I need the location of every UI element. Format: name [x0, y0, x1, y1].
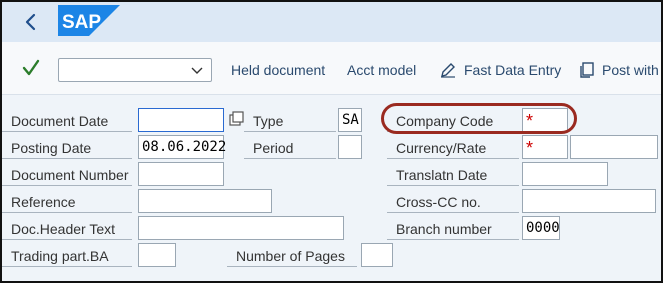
reference-field[interactable] [138, 189, 272, 213]
translatn-date-field[interactable] [522, 162, 608, 186]
document-number-field[interactable] [138, 162, 224, 186]
trading-part-field[interactable] [138, 243, 176, 267]
sap-logo: SAP [58, 5, 120, 36]
doc-header-text-label: Doc.Header Text [2, 218, 132, 240]
post-with-button[interactable]: Post with [602, 62, 659, 78]
exchange-rate-field[interactable] [570, 135, 658, 159]
chevron-down-icon [191, 67, 203, 74]
posting-date-field[interactable]: 08.06.2022 [138, 135, 226, 159]
branch-number-field[interactable]: 0000 [522, 216, 560, 240]
document-copy-icon [580, 62, 594, 78]
required-marker: * [526, 138, 534, 158]
checkmark-icon [22, 59, 40, 76]
document-number-label: Document Number [2, 164, 132, 186]
svg-text:SAP: SAP [62, 12, 101, 33]
acct-model-button[interactable]: Acct model [347, 62, 416, 78]
sap-window: SAP Held document Acct model Fast Data E… [0, 0, 663, 283]
document-date-label: Document Date [2, 110, 132, 132]
number-of-pages-field[interactable] [361, 243, 393, 267]
branch-number-label: Branch number [387, 218, 519, 240]
application-toolbar: Held document Acct model Fast Data Entry… [2, 42, 661, 95]
back-button[interactable] [19, 10, 43, 34]
company-code-highlight-annotation [381, 103, 577, 134]
cross-cc-label: Cross-CC no. [387, 191, 519, 213]
document-date-field[interactable] [138, 108, 224, 132]
variant-select[interactable] [58, 58, 212, 82]
trading-part-label: Trading part.BA [2, 245, 132, 267]
translatn-date-label: Translatn Date [387, 164, 519, 186]
period-field[interactable] [338, 135, 362, 159]
confirm-button[interactable] [20, 57, 42, 79]
pen-icon [441, 63, 455, 78]
reference-label: Reference [2, 191, 132, 213]
shell-bar: SAP [2, 2, 661, 42]
cross-cc-field[interactable] [522, 189, 656, 213]
held-document-button[interactable]: Held document [231, 62, 325, 78]
type-label: Type [244, 110, 336, 132]
posting-date-label: Posting Date [2, 137, 132, 159]
type-field[interactable]: SA [338, 108, 362, 132]
doc-header-text-field[interactable] [138, 216, 344, 240]
number-of-pages-label: Number of Pages [227, 245, 357, 267]
chevron-left-icon [25, 13, 36, 31]
period-label: Period [244, 137, 336, 159]
currency-rate-label: Currency/Rate [387, 137, 519, 159]
fast-data-entry-button[interactable]: Fast Data Entry [464, 62, 561, 78]
currency-field[interactable]: * [522, 135, 568, 159]
